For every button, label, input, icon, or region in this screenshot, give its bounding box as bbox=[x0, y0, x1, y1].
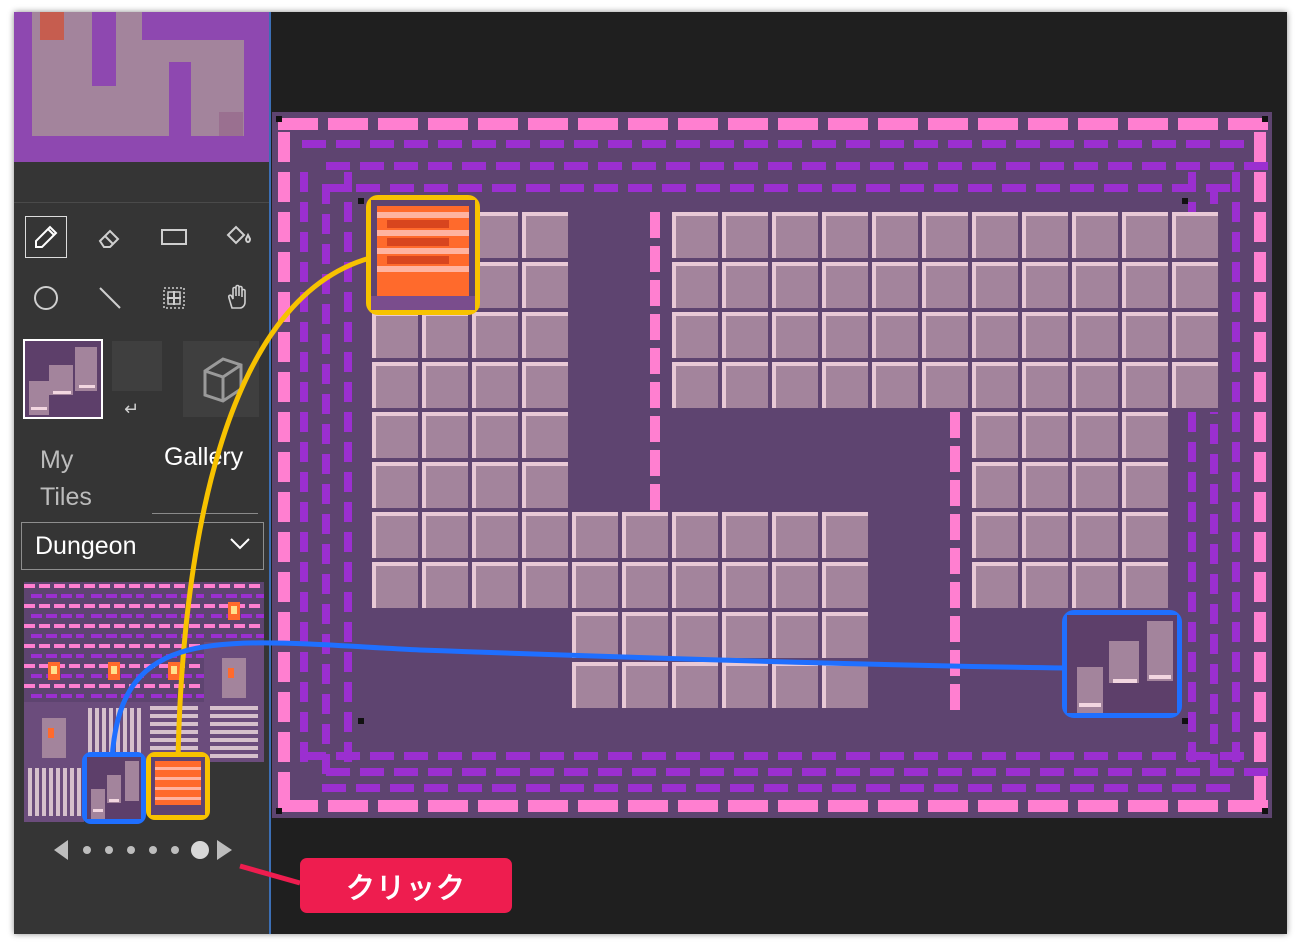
line-icon bbox=[99, 287, 121, 309]
category-label: Dungeon bbox=[35, 531, 137, 560]
pencil-icon bbox=[35, 225, 58, 248]
page-dot[interactable] bbox=[171, 846, 179, 854]
pencil-tool-button[interactable] bbox=[25, 216, 67, 258]
palette-tile[interactable] bbox=[24, 762, 84, 822]
palette-tile[interactable] bbox=[204, 702, 264, 762]
page-dot[interactable] bbox=[105, 846, 113, 854]
line-tool-button[interactable] bbox=[89, 277, 131, 319]
page-dot[interactable] bbox=[149, 846, 157, 854]
highlight-stairs-on-canvas bbox=[366, 195, 480, 315]
stairs-down-icon bbox=[371, 200, 475, 310]
highlight-stairs-in-palette bbox=[146, 752, 210, 820]
category-dropdown[interactable]: Dungeon bbox=[21, 522, 264, 570]
palette-tile[interactable] bbox=[84, 642, 144, 702]
click-callout-label: クリック bbox=[300, 858, 512, 913]
rectangle-icon bbox=[161, 229, 187, 245]
fill-bucket-icon bbox=[226, 225, 252, 245]
next-page-icon[interactable] bbox=[217, 840, 232, 860]
stairs-tile-icon bbox=[25, 341, 101, 417]
circle-tool-button[interactable] bbox=[25, 277, 67, 319]
fill-bucket-tool-button[interactable] bbox=[217, 216, 259, 258]
rectangle-tool-button[interactable] bbox=[153, 216, 195, 258]
prev-page-icon[interactable] bbox=[54, 840, 68, 860]
tab-my-tiles[interactable]: My Tiles bbox=[40, 442, 120, 516]
palette-tile[interactable] bbox=[84, 582, 144, 642]
highlight-stairs-up-on-canvas bbox=[1062, 610, 1182, 718]
palette-tile[interactable] bbox=[204, 642, 264, 702]
tab-gallery[interactable]: Gallery bbox=[164, 440, 243, 474]
cube-icon[interactable] bbox=[183, 341, 259, 417]
active-tab-underline bbox=[152, 513, 258, 514]
secondary-tile-swatch[interactable] bbox=[112, 341, 162, 391]
selected-tile-swatch[interactable] bbox=[23, 339, 103, 419]
preview-bar bbox=[14, 162, 269, 203]
grid-select-tool-button[interactable] bbox=[153, 277, 195, 319]
palette-tile[interactable] bbox=[144, 642, 204, 702]
pager bbox=[52, 838, 242, 862]
circle-icon bbox=[34, 286, 58, 310]
palette-tile[interactable] bbox=[24, 582, 84, 642]
highlight-stairs-up-in-palette bbox=[82, 752, 146, 824]
palette-tile[interactable] bbox=[24, 642, 84, 702]
page-dot[interactable] bbox=[127, 846, 135, 854]
palette-tile[interactable] bbox=[204, 582, 264, 642]
eraser-icon bbox=[98, 229, 120, 248]
chevron-down-icon bbox=[230, 538, 250, 550]
map-preview[interactable] bbox=[14, 12, 269, 162]
palette-tile[interactable] bbox=[24, 702, 84, 762]
grid-select-icon bbox=[163, 287, 185, 309]
page-dot[interactable] bbox=[83, 846, 91, 854]
eraser-tool-button[interactable] bbox=[89, 216, 131, 258]
hand-icon bbox=[228, 284, 246, 309]
panel-divider bbox=[269, 12, 271, 934]
palette-tile[interactable] bbox=[144, 582, 204, 642]
page-dot-current[interactable] bbox=[191, 841, 209, 859]
hand-tool-button[interactable] bbox=[217, 277, 259, 319]
swap-arrow-icon[interactable]: ↵ bbox=[124, 399, 139, 420]
